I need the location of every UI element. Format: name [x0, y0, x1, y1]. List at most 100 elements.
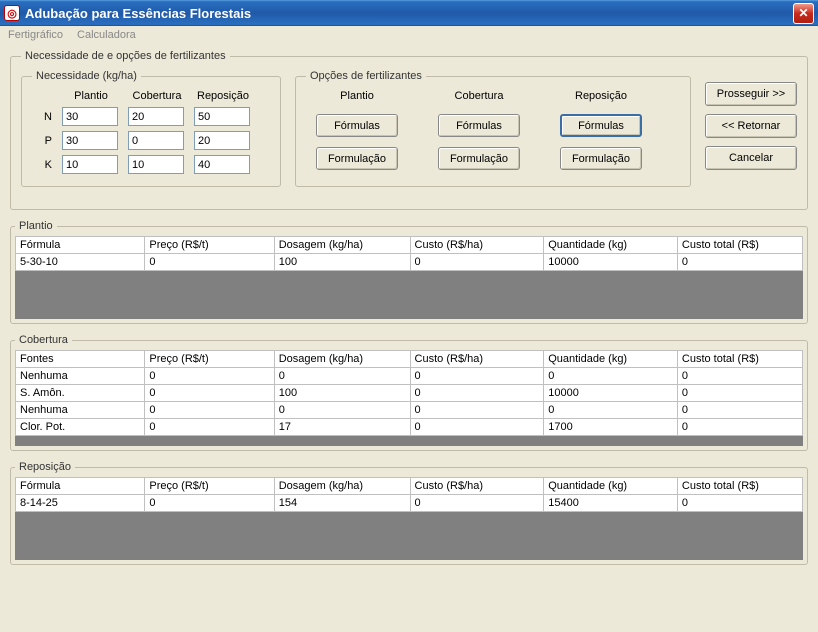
table-row[interactable]: Nenhuma00000	[16, 402, 803, 419]
legend-reposicao: Reposição	[15, 461, 75, 473]
table-cell[interactable]: 154	[274, 495, 410, 512]
th-dosagem: Dosagem (kg/ha)	[274, 478, 410, 495]
th-quantidade: Quantidade (kg)	[544, 237, 678, 254]
table-cell[interactable]: 0	[145, 368, 274, 385]
table-cell[interactable]: 100	[274, 385, 410, 402]
table-cell[interactable]: 0	[410, 419, 544, 436]
table-cell[interactable]: 0	[677, 419, 802, 436]
grid-empty-area	[15, 436, 803, 446]
table-cell[interactable]: Nenhuma	[16, 368, 145, 385]
table-row[interactable]: 5-30-1001000100000	[16, 254, 803, 271]
table-cell[interactable]: 0	[677, 402, 802, 419]
need-n-reposicao[interactable]	[194, 107, 250, 126]
opts-col-cobertura: Cobertura	[455, 90, 504, 102]
th-preco: Preço (R$/t)	[145, 237, 274, 254]
btn-plantio-formulacao[interactable]: Formulação	[316, 147, 398, 170]
table-header-row: Fórmula Preço (R$/t) Dosagem (kg/ha) Cus…	[16, 478, 803, 495]
btn-reposicao-formulacao[interactable]: Formulação	[560, 147, 642, 170]
table-cell[interactable]: 1700	[544, 419, 678, 436]
table-cell[interactable]: 0	[677, 254, 802, 271]
th-custo-total: Custo total (R$)	[677, 237, 802, 254]
table-cell[interactable]: 0	[145, 402, 274, 419]
table-cell[interactable]: 0	[145, 495, 274, 512]
btn-plantio-formulas[interactable]: Fórmulas	[316, 114, 398, 137]
th-quantidade: Quantidade (kg)	[544, 351, 678, 368]
table-header-row: Fontes Preço (R$/t) Dosagem (kg/ha) Cust…	[16, 351, 803, 368]
table-cell[interactable]: Clor. Pot.	[16, 419, 145, 436]
need-n-cobertura[interactable]	[128, 107, 184, 126]
table-cell[interactable]: 0	[410, 368, 544, 385]
table-cell[interactable]: 0	[145, 254, 274, 271]
cobertura-table: Fontes Preço (R$/t) Dosagem (kg/ha) Cust…	[15, 350, 803, 436]
table-cell[interactable]: 5-30-10	[16, 254, 145, 271]
table-cell[interactable]: 17	[274, 419, 410, 436]
need-p-cobertura[interactable]	[128, 131, 184, 150]
fieldset-opts: Opções de fertilizantes Plantio Fórmulas…	[295, 70, 691, 187]
window-title: Adubação para Essências Florestais	[25, 6, 251, 21]
opts-col-plantio: Plantio	[340, 90, 374, 102]
need-k-cobertura[interactable]	[128, 155, 184, 174]
legend-cobertura: Cobertura	[15, 334, 72, 346]
th-quantidade: Quantidade (kg)	[544, 478, 678, 495]
legend-plantio: Plantio	[15, 220, 57, 232]
table-cell[interactable]: 0	[274, 402, 410, 419]
table-cell[interactable]: 0	[145, 385, 274, 402]
table-cell[interactable]: 0	[410, 254, 544, 271]
btn-cancelar[interactable]: Cancelar	[705, 146, 797, 170]
legend-opts: Opções de fertilizantes	[306, 70, 426, 82]
table-cell[interactable]: 8-14-25	[16, 495, 145, 512]
table-cell[interactable]: Nenhuma	[16, 402, 145, 419]
legend-main: Necessidade de e opções de fertilizantes	[21, 50, 230, 62]
th-fontes: Fontes	[16, 351, 145, 368]
menu-fertigrafico[interactable]: Fertigráfico	[8, 29, 63, 41]
th-custo-total: Custo total (R$)	[677, 478, 802, 495]
need-n-plantio[interactable]	[62, 107, 118, 126]
table-row[interactable]: S. Amôn.01000100000	[16, 385, 803, 402]
table-cell[interactable]: 0	[677, 495, 802, 512]
btn-cobertura-formulas[interactable]: Fórmulas	[438, 114, 520, 137]
table-cell[interactable]: 0	[145, 419, 274, 436]
table-cell[interactable]: 0	[544, 368, 678, 385]
table-row[interactable]: Nenhuma00000	[16, 368, 803, 385]
table-cell[interactable]: 15400	[544, 495, 678, 512]
close-button[interactable]: ✕	[793, 3, 814, 24]
btn-cobertura-formulacao[interactable]: Formulação	[438, 147, 520, 170]
table-cell[interactable]: 0	[410, 402, 544, 419]
need-row-k-label: K	[32, 159, 54, 171]
table-cell[interactable]: 0	[410, 385, 544, 402]
th-dosagem: Dosagem (kg/ha)	[274, 237, 410, 254]
need-row-p-label: P	[32, 135, 54, 147]
table-cell[interactable]: 0	[677, 385, 802, 402]
table-cell[interactable]: 100	[274, 254, 410, 271]
table-row[interactable]: Clor. Pot.017017000	[16, 419, 803, 436]
fieldset-cobertura: Cobertura Fontes Preço (R$/t) Dosagem (k…	[10, 334, 808, 451]
reposicao-table: Fórmula Preço (R$/t) Dosagem (kg/ha) Cus…	[15, 477, 803, 512]
table-cell[interactable]: 0	[677, 368, 802, 385]
table-cell[interactable]: 0	[544, 402, 678, 419]
legend-need: Necessidade (kg/ha)	[32, 70, 141, 82]
table-cell[interactable]: S. Amôn.	[16, 385, 145, 402]
fieldset-reposicao: Reposição Fórmula Preço (R$/t) Dosagem (…	[10, 461, 808, 565]
need-k-plantio[interactable]	[62, 155, 118, 174]
th-preco: Preço (R$/t)	[145, 478, 274, 495]
btn-retornar[interactable]: << Retornar	[705, 114, 797, 138]
table-cell[interactable]: 10000	[544, 385, 678, 402]
table-cell[interactable]: 0	[410, 495, 544, 512]
table-cell[interactable]: 10000	[544, 254, 678, 271]
th-custo-total: Custo total (R$)	[677, 351, 802, 368]
need-p-plantio[interactable]	[62, 131, 118, 150]
table-header-row: Fórmula Preço (R$/t) Dosagem (kg/ha) Cus…	[16, 237, 803, 254]
menu-calculadora[interactable]: Calculadora	[77, 29, 136, 41]
table-cell[interactable]: 0	[274, 368, 410, 385]
need-p-reposicao[interactable]	[194, 131, 250, 150]
need-row-n-label: N	[32, 111, 54, 123]
side-buttons: Prosseguir >> << Retornar Cancelar	[705, 70, 797, 197]
table-row[interactable]: 8-14-2501540154000	[16, 495, 803, 512]
th-custo: Custo (R$/ha)	[410, 351, 544, 368]
opts-col-reposicao: Reposição	[575, 90, 627, 102]
need-k-reposicao[interactable]	[194, 155, 250, 174]
menu-bar: Fertigráfico Calculadora	[0, 26, 818, 44]
need-col-cobertura: Cobertura	[128, 90, 186, 102]
btn-reposicao-formulas[interactable]: Fórmulas	[560, 114, 642, 137]
btn-prosseguir[interactable]: Prosseguir >>	[705, 82, 797, 106]
